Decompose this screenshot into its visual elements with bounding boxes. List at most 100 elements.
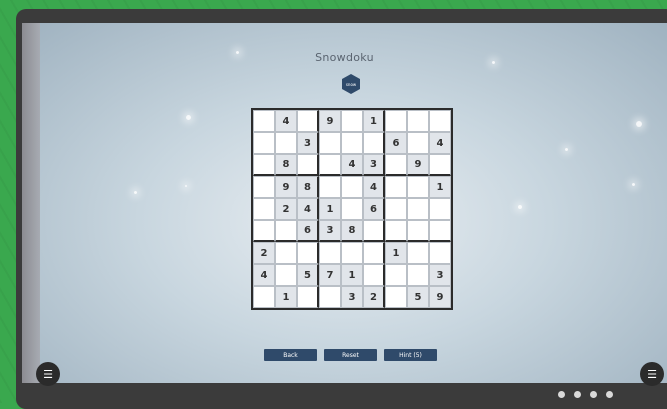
sudoku-cell[interactable]: 2 xyxy=(275,198,297,220)
sudoku-cell[interactable]: 9 xyxy=(407,154,429,176)
sudoku-cell[interactable] xyxy=(385,264,407,286)
sudoku-cell[interactable]: 4 xyxy=(363,176,385,198)
sudoku-board: 491364843998412416638214571313259 xyxy=(251,108,453,310)
sudoku-cell[interactable]: 3 xyxy=(297,132,319,154)
hamburger-icon: ☰ xyxy=(647,367,657,381)
sudoku-cell[interactable]: 4 xyxy=(275,110,297,132)
sudoku-cell[interactable] xyxy=(341,198,363,220)
sudoku-cell[interactable]: 4 xyxy=(429,132,451,154)
sudoku-cell[interactable]: 1 xyxy=(363,110,385,132)
sudoku-cell[interactable]: 5 xyxy=(297,264,319,286)
sudoku-cell[interactable] xyxy=(407,264,429,286)
sudoku-cell[interactable] xyxy=(319,154,341,176)
page-dot[interactable] xyxy=(606,391,613,398)
sudoku-cell[interactable] xyxy=(385,286,407,308)
sudoku-cell[interactable] xyxy=(341,110,363,132)
sudoku-cell[interactable] xyxy=(297,110,319,132)
sudoku-cell[interactable] xyxy=(253,198,275,220)
sudoku-cell[interactable] xyxy=(253,286,275,308)
sudoku-cell[interactable]: 9 xyxy=(429,286,451,308)
sudoku-cell[interactable] xyxy=(319,176,341,198)
sparkle xyxy=(186,115,191,120)
sudoku-cell[interactable]: 3 xyxy=(341,286,363,308)
sudoku-cell[interactable] xyxy=(275,132,297,154)
sudoku-cell[interactable]: 3 xyxy=(319,220,341,242)
hint-button[interactable]: Hint (5) xyxy=(384,349,437,361)
sudoku-cell[interactable] xyxy=(253,110,275,132)
left-menu-button[interactable]: ☰ xyxy=(36,362,60,386)
sudoku-cell[interactable]: 9 xyxy=(319,110,341,132)
back-button[interactable]: Back xyxy=(264,349,317,361)
sudoku-cell[interactable] xyxy=(407,110,429,132)
sudoku-cell[interactable] xyxy=(319,242,341,264)
sudoku-cell[interactable] xyxy=(407,242,429,264)
page-dot[interactable] xyxy=(590,391,597,398)
sudoku-cell[interactable]: 6 xyxy=(363,198,385,220)
sudoku-cell[interactable] xyxy=(363,220,385,242)
sudoku-cell[interactable]: 4 xyxy=(297,198,319,220)
sudoku-cell[interactable]: 3 xyxy=(429,264,451,286)
sudoku-cell[interactable] xyxy=(253,176,275,198)
sudoku-cell[interactable] xyxy=(385,220,407,242)
sparkle xyxy=(636,121,642,127)
sudoku-cell[interactable] xyxy=(297,242,319,264)
sudoku-cell[interactable] xyxy=(275,220,297,242)
sudoku-cell[interactable] xyxy=(341,176,363,198)
sudoku-cell[interactable] xyxy=(385,154,407,176)
sudoku-cell[interactable] xyxy=(275,242,297,264)
sudoku-cell[interactable]: 7 xyxy=(319,264,341,286)
page-dot[interactable] xyxy=(574,391,581,398)
sparkle xyxy=(518,205,522,209)
reset-button[interactable]: Reset xyxy=(324,349,377,361)
sudoku-cell[interactable] xyxy=(429,110,451,132)
sudoku-cell[interactable]: 1 xyxy=(341,264,363,286)
sudoku-cell[interactable] xyxy=(407,132,429,154)
sudoku-cell[interactable]: 2 xyxy=(363,286,385,308)
game-screen: Snowdoku snow 49136484399841241663821457… xyxy=(22,23,667,383)
sudoku-cell[interactable]: 5 xyxy=(407,286,429,308)
sudoku-cell[interactable]: 3 xyxy=(363,154,385,176)
sudoku-cell[interactable]: 1 xyxy=(319,198,341,220)
sudoku-cell[interactable] xyxy=(385,198,407,220)
sparkle xyxy=(565,148,568,151)
page-dot[interactable] xyxy=(558,391,565,398)
sudoku-cell[interactable]: 6 xyxy=(297,220,319,242)
screen-left-strip xyxy=(22,23,40,383)
sudoku-cell[interactable]: 8 xyxy=(341,220,363,242)
sudoku-cell[interactable]: 4 xyxy=(253,264,275,286)
sudoku-cell[interactable]: 8 xyxy=(275,154,297,176)
sudoku-cell[interactable] xyxy=(319,286,341,308)
sudoku-cell[interactable] xyxy=(341,242,363,264)
sudoku-cell[interactable] xyxy=(297,154,319,176)
sudoku-cell[interactable] xyxy=(363,264,385,286)
sudoku-cell[interactable]: 6 xyxy=(385,132,407,154)
sudoku-cell[interactable] xyxy=(385,110,407,132)
hamburger-icon: ☰ xyxy=(43,367,53,381)
sudoku-cell[interactable] xyxy=(407,220,429,242)
sudoku-cell[interactable] xyxy=(253,154,275,176)
sudoku-cell[interactable]: 2 xyxy=(253,242,275,264)
sudoku-cell[interactable] xyxy=(319,132,341,154)
sudoku-cell[interactable] xyxy=(429,220,451,242)
sudoku-cell[interactable] xyxy=(297,286,319,308)
sudoku-cell[interactable] xyxy=(253,220,275,242)
sudoku-cell[interactable]: 8 xyxy=(297,176,319,198)
sudoku-cell[interactable]: 9 xyxy=(275,176,297,198)
sudoku-cell[interactable] xyxy=(429,154,451,176)
sudoku-cell[interactable] xyxy=(341,132,363,154)
sudoku-cell[interactable] xyxy=(407,198,429,220)
sudoku-cell[interactable] xyxy=(385,176,407,198)
sudoku-cell[interactable] xyxy=(407,176,429,198)
sudoku-cell[interactable] xyxy=(429,198,451,220)
sudoku-cell[interactable]: 4 xyxy=(341,154,363,176)
sudoku-cell[interactable] xyxy=(275,264,297,286)
sudoku-cell[interactable]: 1 xyxy=(385,242,407,264)
game-title: Snowdoku xyxy=(315,51,374,64)
sudoku-cell[interactable] xyxy=(429,242,451,264)
sudoku-cell[interactable] xyxy=(363,132,385,154)
sudoku-cell[interactable] xyxy=(363,242,385,264)
right-menu-button[interactable]: ☰ xyxy=(640,362,664,386)
sudoku-cell[interactable] xyxy=(253,132,275,154)
sudoku-cell[interactable]: 1 xyxy=(275,286,297,308)
sudoku-cell[interactable]: 1 xyxy=(429,176,451,198)
